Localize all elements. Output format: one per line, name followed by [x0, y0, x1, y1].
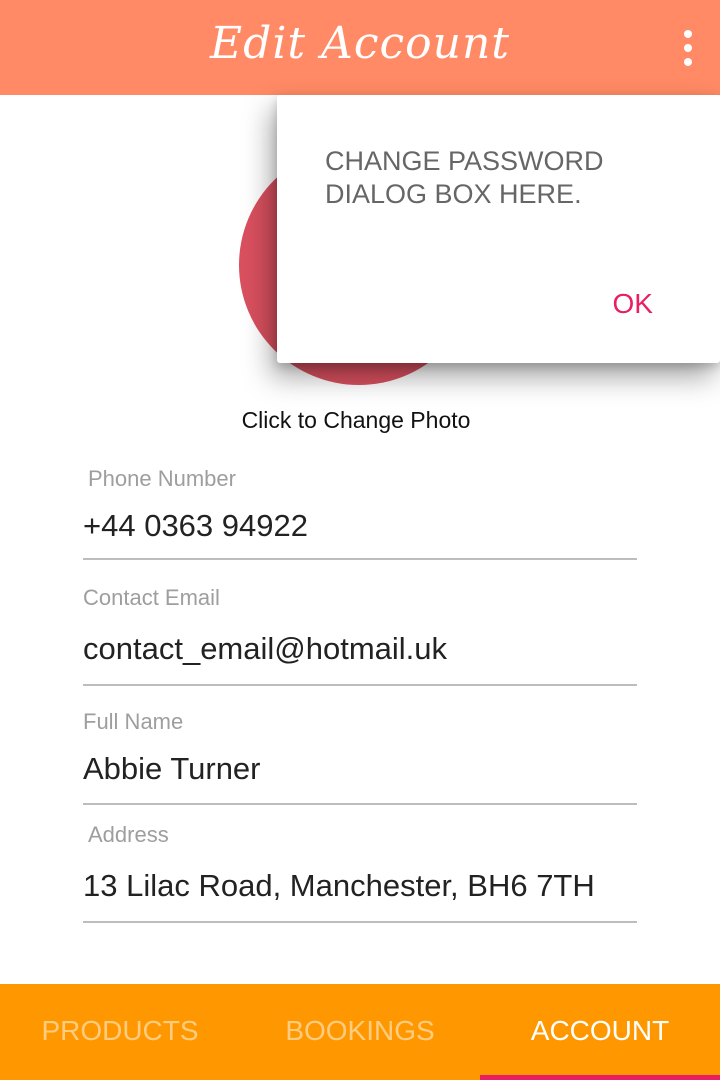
tab-products[interactable]: PRODUCTS: [0, 984, 240, 1080]
edit-account-screen: Edit Account Click to Change Photo Phone…: [0, 0, 720, 1080]
contact-email-field: Contact Email: [83, 585, 637, 686]
active-tab-indicator: [480, 1075, 720, 1080]
full-name-input[interactable]: [83, 751, 637, 787]
menu-dot: [684, 44, 692, 52]
contact-email-input[interactable]: [83, 631, 637, 667]
change-photo-link[interactable]: Click to Change Photo: [0, 407, 712, 434]
dialog-message: CHANGE PASSWORD DIALOG BOX HERE.: [325, 146, 604, 209]
change-password-dialog: CHANGE PASSWORD DIALOG BOX HERE. OK: [277, 95, 720, 363]
tab-account[interactable]: ACCOUNT: [480, 984, 720, 1080]
menu-dot: [684, 30, 692, 38]
bottom-navigation: PRODUCTS BOOKINGS ACCOUNT: [0, 984, 720, 1080]
phone-number-label: Phone Number: [88, 466, 236, 491]
tab-account-label: ACCOUNT: [530, 1015, 670, 1046]
phone-number-input[interactable]: [83, 508, 637, 544]
address-input[interactable]: [83, 868, 637, 904]
more-vert-icon[interactable]: [678, 30, 698, 66]
address-field: Address: [83, 822, 637, 923]
app-bar: Edit Account: [0, 0, 720, 95]
full-name-label: Full Name: [83, 709, 184, 734]
address-label: Address: [88, 822, 169, 847]
full-name-field: Full Name: [83, 709, 637, 805]
page-title: Edit Account: [210, 18, 510, 69]
menu-dot: [684, 58, 692, 66]
ok-button[interactable]: OK: [613, 288, 653, 320]
contact-email-label: Contact Email: [83, 585, 220, 610]
tab-bookings-label: BOOKINGS: [285, 1015, 435, 1046]
tab-bookings[interactable]: BOOKINGS: [240, 984, 480, 1080]
tab-products-label: PRODUCTS: [41, 1015, 199, 1046]
phone-number-field: Phone Number: [83, 466, 637, 560]
